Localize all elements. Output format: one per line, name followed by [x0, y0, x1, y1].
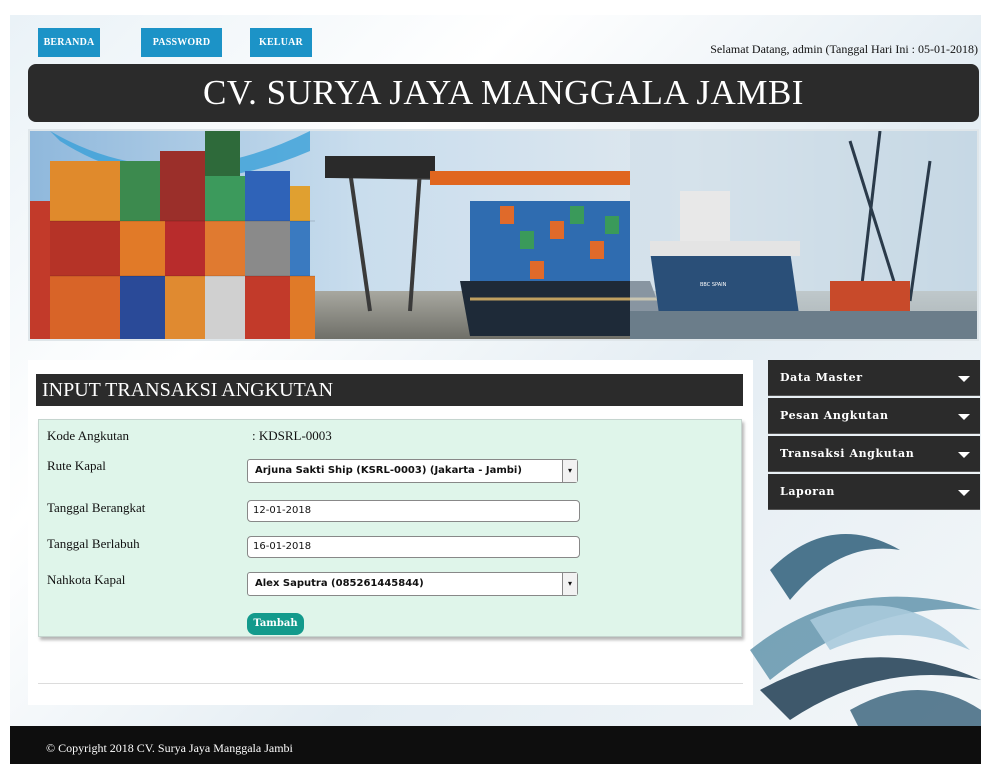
rute-label: Rute Kapal [47, 458, 106, 473]
menu-laporan-label: Laporan [780, 485, 836, 498]
menu-pesan-angkutan[interactable]: Pesan Angkutan [768, 398, 980, 434]
kode-label: Kode Angkutan [47, 428, 129, 443]
main-content: INPUT TRANSAKSI ANGKUTAN Kode Angkutan :… [28, 360, 753, 705]
chevron-down-icon[interactable]: ▾ [562, 573, 577, 595]
menu-data-master-label: Data Master [780, 371, 863, 384]
menu-transaksi-angkutan-label: Transaksi Angkutan [780, 447, 915, 460]
nav-keluar-button[interactable]: KELUAR [250, 28, 312, 57]
rute-selected-value: Arjuna Sakti Ship (KSRL-0003) (Jakarta -… [255, 465, 522, 476]
berlabuh-label: Tanggal Berlabuh [47, 536, 140, 551]
nav-password-button[interactable]: PASSWORD [141, 28, 222, 57]
nahkota-select[interactable]: Alex Saputra (085261445844) ▾ [247, 572, 578, 596]
welcome-text: Selamat Datang, admin (Tanggal Hari Ini … [710, 42, 978, 56]
transaksi-form: Kode Angkutan : KDSRL-0003 Rute Kapal Ar… [38, 419, 742, 637]
site-title: CV. SURYA JAYA MANGGALA JAMBI [28, 64, 979, 122]
tambah-button[interactable]: Tambah [247, 613, 304, 635]
rute-select[interactable]: Arjuna Sakti Ship (KSRL-0003) (Jakarta -… [247, 459, 578, 483]
menu-transaksi-angkutan[interactable]: Transaksi Angkutan [768, 436, 980, 472]
caret-down-icon [958, 414, 970, 420]
menu-pesan-angkutan-label: Pesan Angkutan [780, 409, 889, 422]
caret-down-icon [958, 452, 970, 458]
nav-beranda-button[interactable]: BERANDA [38, 28, 100, 57]
tanggal-berangkat-input[interactable]: 12-01-2018 [247, 500, 580, 522]
berangkat-label: Tanggal Berangkat [47, 500, 146, 515]
svg-text:BBC SPAIN: BBC SPAIN [700, 282, 727, 288]
tanggal-berlabuh-input[interactable]: 16-01-2018 [247, 536, 580, 558]
nahkota-selected-value: Alex Saputra (085261445844) [255, 578, 424, 589]
kode-value: : KDSRL-0003 [252, 428, 332, 443]
footer: © Copyright 2018 CV. Surya Jaya Manggala… [10, 726, 981, 764]
banner-image: BBC SPAIN [28, 129, 979, 341]
menu-laporan[interactable]: Laporan [768, 474, 980, 510]
page-container: BERANDA PASSWORD KELUAR Selamat Datang, … [10, 15, 981, 764]
decorative-swirl [750, 510, 981, 735]
nahkota-label: Nahkota Kapal [47, 572, 126, 587]
caret-down-icon [958, 490, 970, 496]
page-title: INPUT TRANSAKSI ANGKUTAN [36, 374, 743, 406]
menu-data-master[interactable]: Data Master [768, 360, 980, 396]
chevron-down-icon[interactable]: ▾ [562, 460, 577, 482]
divider [38, 683, 743, 684]
caret-down-icon [958, 376, 970, 382]
